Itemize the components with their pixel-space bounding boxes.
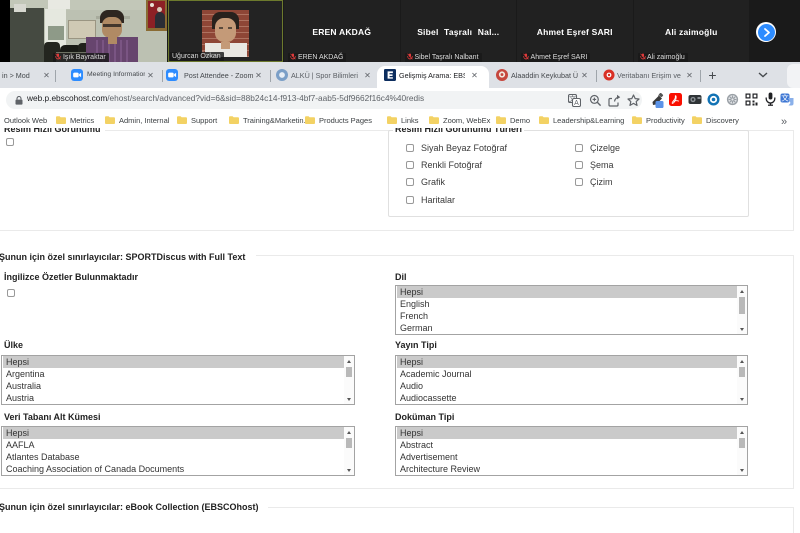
svg-text:A: A — [574, 100, 579, 107]
svg-text:文: 文 — [781, 93, 789, 103]
